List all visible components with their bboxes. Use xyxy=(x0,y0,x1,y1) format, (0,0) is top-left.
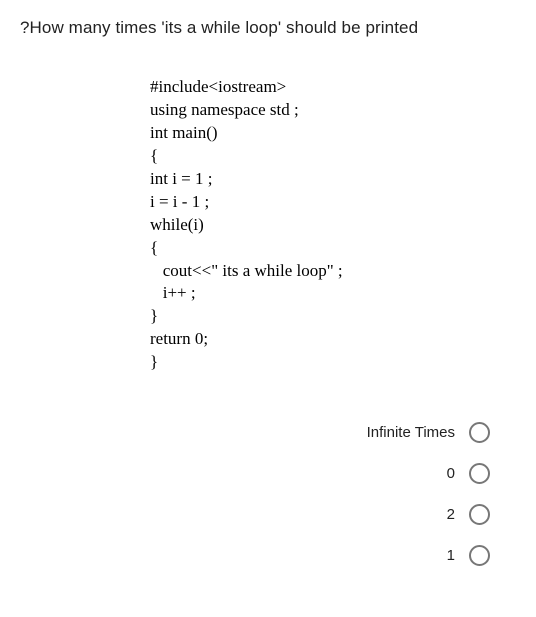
option-one[interactable]: 1 xyxy=(447,545,490,566)
option-two[interactable]: 2 xyxy=(447,504,490,525)
options-group: Infinite Times 0 2 1 xyxy=(20,422,516,566)
option-label: Infinite Times xyxy=(367,424,455,441)
code-block: #include<iostream> using namespace std ;… xyxy=(150,76,516,374)
option-label: 2 xyxy=(447,506,455,523)
option-zero[interactable]: 0 xyxy=(447,463,490,484)
radio-icon[interactable] xyxy=(469,504,490,525)
radio-icon[interactable] xyxy=(469,463,490,484)
question-text: ?How many times 'its a while loop' shoul… xyxy=(20,18,516,38)
quiz-container: ?How many times 'its a while loop' shoul… xyxy=(0,0,536,584)
option-infinite[interactable]: Infinite Times xyxy=(367,422,490,443)
option-label: 1 xyxy=(447,547,455,564)
option-label: 0 xyxy=(447,465,455,482)
radio-icon[interactable] xyxy=(469,422,490,443)
radio-icon[interactable] xyxy=(469,545,490,566)
